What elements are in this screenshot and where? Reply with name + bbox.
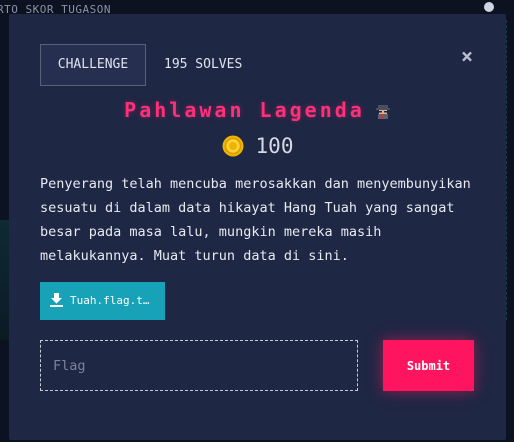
spy-detective-icon: [375, 105, 390, 119]
tab-challenge[interactable]: CHALLENGE: [40, 44, 146, 86]
background-edge: [506, 20, 514, 320]
challenge-modal: CHALLENGE 195 SOLVES × Pahlawan Lagenda …: [9, 14, 506, 440]
points-row: 100: [9, 134, 506, 162]
file-name-label: Tuah.flag.t…: [70, 294, 150, 307]
submit-button[interactable]: Submit: [383, 340, 474, 391]
download-icon: [50, 293, 63, 307]
tab-solves[interactable]: 195 SOLVES: [164, 44, 242, 86]
gold-coin-icon: [222, 135, 244, 157]
challenge-description: Penyerang telah mencuba merosakkan dan m…: [40, 176, 471, 264]
download-file-button[interactable]: Tuah.flag.t…: [40, 282, 165, 320]
flag-input[interactable]: [40, 340, 358, 391]
close-icon: ×: [460, 44, 474, 68]
challenge-header: Pahlawan Lagenda: [9, 98, 506, 124]
user-icon: [484, 2, 494, 12]
close-button[interactable]: ×: [458, 44, 476, 68]
background-nav-text: RTO SKOR TUGASON: [0, 3, 111, 14]
challenge-points: 100: [255, 134, 294, 158]
challenge-title: Pahlawan Lagenda: [124, 98, 365, 122]
background-navbar: RTO SKOR TUGASON: [0, 0, 514, 14]
